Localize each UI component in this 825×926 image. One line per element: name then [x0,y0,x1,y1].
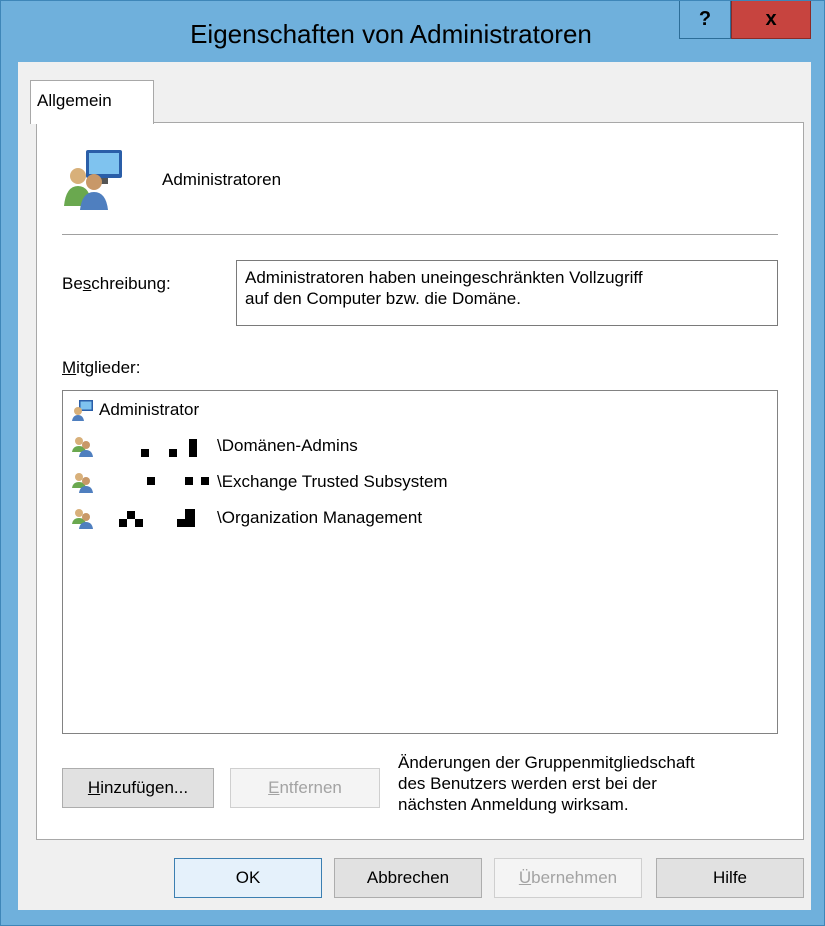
redaction-mark [135,519,143,527]
description-line-1: Administratoren haben uneingeschränkten … [245,268,643,287]
group-icon [72,509,93,529]
group-icon [72,473,93,493]
members-label: Mitglieder: [62,358,141,377]
member-name: Administrator [99,400,200,419]
close-button[interactable]: x [731,1,811,39]
divider [62,234,778,235]
group-name: Administratoren [162,170,282,189]
redaction-mark [141,449,149,457]
redaction-mark [185,509,195,527]
window-title: Eigenschaften von Administratoren [190,19,592,49]
membership-note: Änderungen der Gruppenmitgliedschaft des… [398,753,695,814]
cancel-button[interactable]: Abbrechen [334,858,482,898]
description-label: Beschreibung: [62,274,171,293]
list-item[interactable]: \Organization Management [71,503,422,533]
member-name: \Exchange Trusted Subsystem [217,472,448,491]
redaction-mark [147,477,155,485]
redaction-mark [201,477,209,485]
redaction-mark [119,519,127,527]
list-item[interactable]: Administrator [71,395,199,425]
member-name: \Domänen-Admins [217,436,358,455]
redaction-mark [189,439,197,457]
help-footer-button[interactable]: Hilfe [656,858,804,898]
redaction-mark [127,511,135,519]
ok-button[interactable]: OK [174,858,322,898]
member-name: \Organization Management [217,508,423,527]
group-icon [72,437,93,457]
apply-button[interactable]: Übernehmen [494,858,642,898]
help-button[interactable]: ? [679,1,731,39]
list-item[interactable]: \Domänen-Admins [71,431,358,461]
user-computer-icon [72,400,93,421]
close-icon: x [765,8,777,30]
question-mark-icon: ? [698,8,712,30]
redaction-mark [169,449,177,457]
add-member-button[interactable]: Hinzufügen... [62,768,214,808]
list-item[interactable]: \Exchange Trusted Subsystem [71,467,448,497]
members-list[interactable]: Administrator \Domänen-Admins \Exchange … [62,390,778,734]
redaction-mark [177,519,185,527]
tab-allgemein[interactable]: Allgemein [30,80,154,124]
description-field[interactable]: Administratoren haben uneingeschränkten … [236,260,778,326]
group-computer-icon [64,150,122,210]
description-line-2: auf den Computer bzw. die Domäne. [245,289,521,308]
redaction-mark [185,477,193,485]
remove-member-button[interactable]: Entfernen [230,768,380,808]
title-bar[interactable]: Eigenschaften von Administratoren ? x [1,1,824,61]
